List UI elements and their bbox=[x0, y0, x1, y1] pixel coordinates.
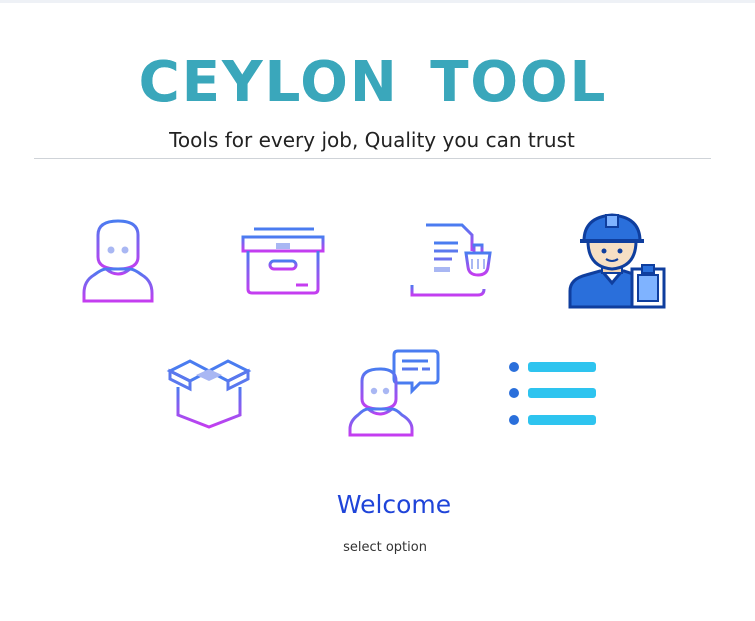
header-divider bbox=[34, 158, 711, 159]
select-option-text: select option bbox=[343, 540, 427, 555]
page: CEYLON TOOL Tools for every job, Quality… bbox=[0, 0, 755, 621]
worker-clipboard-icon bbox=[568, 213, 666, 309]
menu-item-list[interactable] bbox=[506, 359, 600, 429]
welcome-heading: Welcome bbox=[336, 490, 452, 519]
menu-item-user[interactable] bbox=[80, 217, 158, 305]
user-chat-icon bbox=[348, 349, 440, 437]
user-icon bbox=[82, 219, 154, 303]
list-icon bbox=[509, 362, 596, 425]
tagline: Tools for every job, Quality you can tru… bbox=[169, 128, 575, 152]
app-title: CEYLON TOOL bbox=[0, 47, 746, 119]
menu-item-open-box[interactable] bbox=[166, 357, 252, 431]
open-box-icon bbox=[166, 359, 252, 429]
menu-item-worker[interactable] bbox=[566, 211, 668, 311]
archive-box-icon bbox=[241, 227, 325, 295]
invoice-document-icon bbox=[410, 223, 492, 297]
menu-item-user-chat[interactable] bbox=[346, 347, 442, 437]
menu-item-invoice[interactable] bbox=[408, 221, 496, 303]
menu-item-archive[interactable] bbox=[240, 225, 326, 297]
